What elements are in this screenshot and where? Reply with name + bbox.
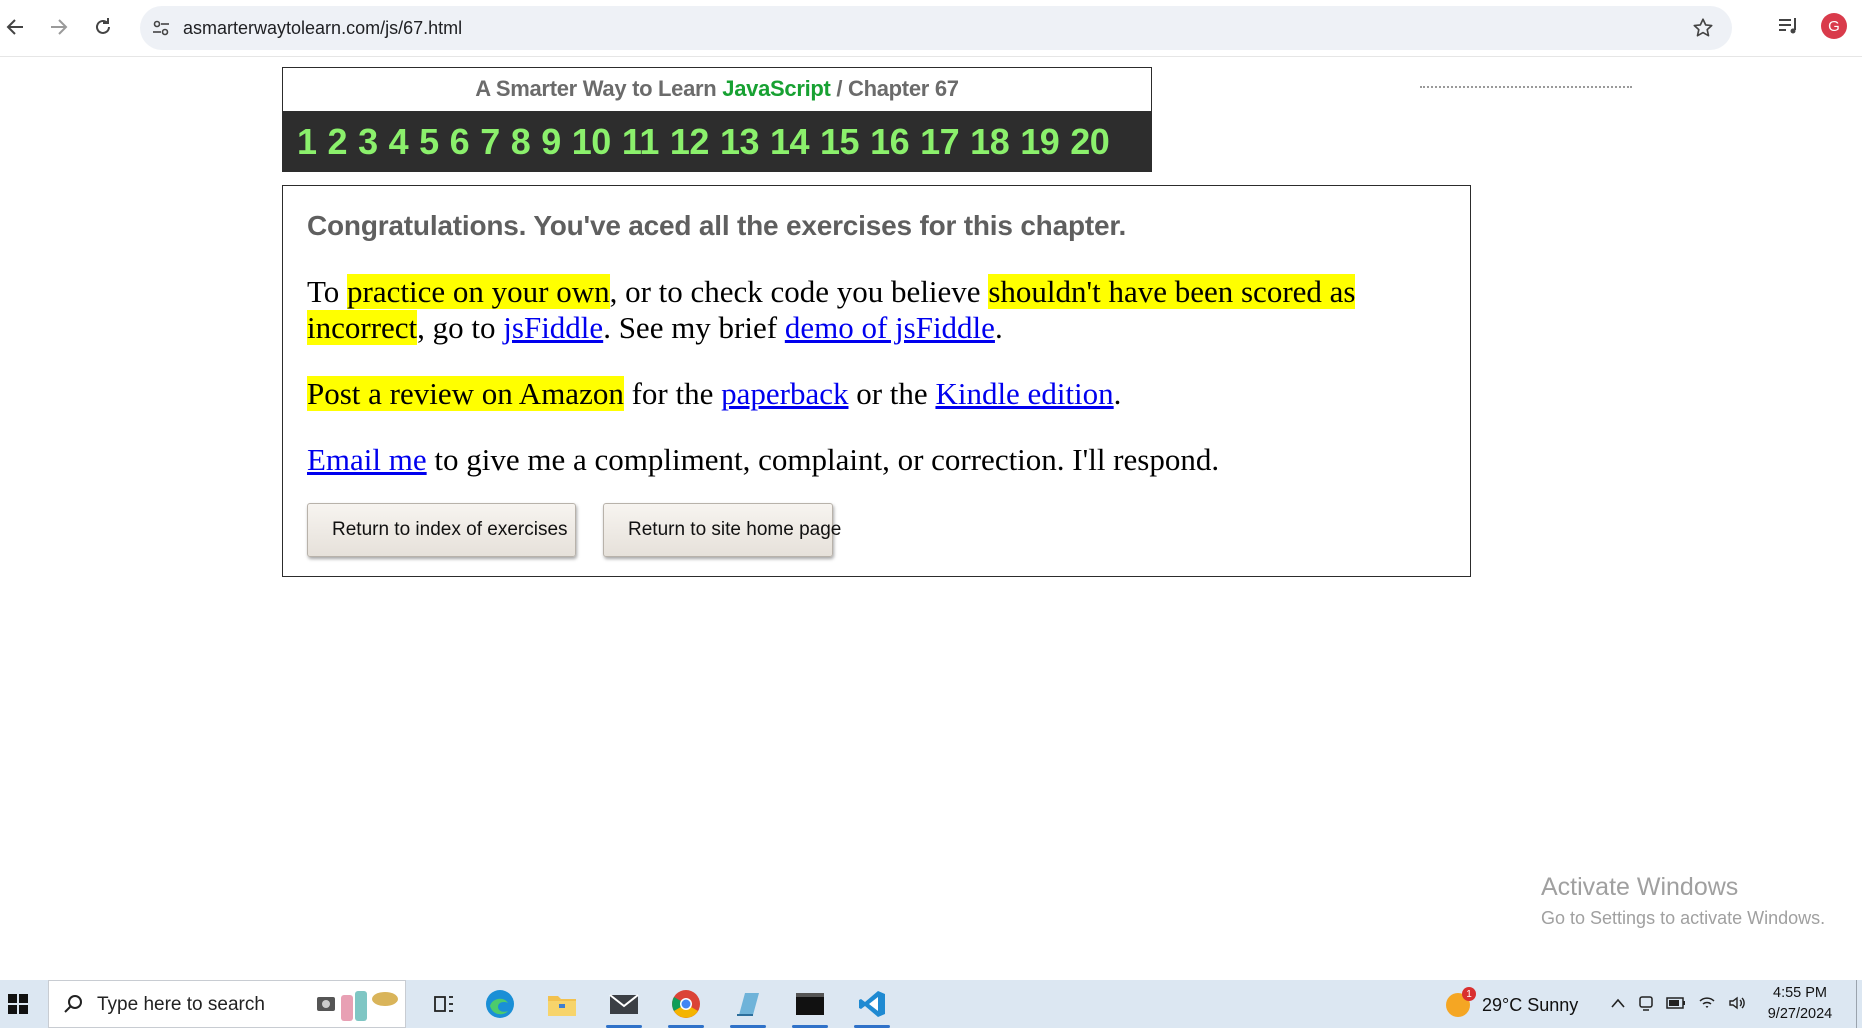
chapter-link-8[interactable]: 8	[511, 123, 531, 160]
browser-toolbar: asmarterwaytolearn.com/js/67.html G	[0, 0, 1862, 57]
chapter-header: A Smarter Way to Learn JavaScript / Chap…	[282, 67, 1152, 172]
chapter-link-13[interactable]: 13	[720, 123, 760, 160]
taskbar-search-box[interactable]: Type here to search	[48, 980, 406, 1028]
review-paragraph: Post a review on Amazon for the paperbac…	[307, 376, 1446, 412]
weather-text: 29°C Sunny	[1482, 994, 1579, 1015]
email-me-link[interactable]: Email me	[307, 442, 427, 477]
show-desktop-button[interactable]	[1856, 980, 1862, 1028]
forward-icon[interactable]	[42, 10, 76, 44]
title-prefix: A Smarter Way to Learn	[475, 76, 723, 101]
media-controls-icon[interactable]	[1776, 14, 1802, 40]
jsfiddle-link[interactable]: jsFiddle	[503, 310, 603, 345]
chapter-link-14[interactable]: 14	[770, 123, 810, 160]
completion-panel: Congratulations. You've aced all the exe…	[282, 185, 1471, 577]
chapter-link-18[interactable]: 18	[970, 123, 1010, 160]
search-placeholder: Type here to search	[97, 994, 265, 1015]
text: . See my brief	[603, 310, 785, 345]
back-icon[interactable]	[0, 10, 32, 44]
url-text[interactable]: asmarterwaytolearn.com/js/67.html	[183, 18, 462, 39]
title-brand: JavaScript	[722, 76, 831, 101]
paperback-link[interactable]: paperback	[721, 376, 848, 411]
chapter-link-7[interactable]: 7	[480, 123, 500, 160]
address-bar[interactable]: asmarterwaytolearn.com/js/67.html	[140, 6, 1732, 50]
jsfiddle-demo-link[interactable]: demo of jsFiddle	[785, 310, 995, 345]
chapter-link-20[interactable]: 20	[1070, 123, 1110, 160]
profile-avatar[interactable]: G	[1821, 13, 1847, 39]
kindle-edition-link[interactable]: Kindle edition	[935, 376, 1113, 411]
practice-paragraph: To practice on your own, or to check cod…	[307, 274, 1446, 346]
system-tray	[1610, 992, 1746, 1018]
notes-app-icon[interactable]	[722, 984, 774, 1028]
chapter-link-1[interactable]: 1	[297, 123, 317, 160]
bookmark-star-icon[interactable]	[1690, 15, 1716, 41]
email-paragraph: Email me to give me a compliment, compla…	[307, 442, 1446, 478]
title-suffix: / Chapter 67	[830, 76, 959, 101]
reload-icon[interactable]	[86, 10, 120, 44]
chapter-link-19[interactable]: 19	[1020, 123, 1060, 160]
edge-browser-icon[interactable]	[474, 984, 526, 1024]
text: , go to	[417, 310, 504, 345]
chapter-link-15[interactable]: 15	[820, 123, 860, 160]
watermark-title: Activate Windows	[1541, 873, 1739, 901]
wifi-icon[interactable]	[1698, 995, 1716, 1016]
chapter-link-17[interactable]: 17	[920, 123, 960, 160]
page-title: A Smarter Way to Learn JavaScript / Chap…	[283, 68, 1151, 111]
highlight-review: Post a review on Amazon	[307, 376, 624, 411]
chapter-link-3[interactable]: 3	[358, 123, 378, 160]
highlight-practice: practice on your own	[347, 274, 610, 309]
text: or the	[848, 376, 936, 411]
terminal-icon[interactable]	[784, 984, 836, 1028]
task-view-icon[interactable]	[418, 984, 470, 1024]
text: .	[994, 310, 1003, 345]
chapter-link-2[interactable]: 2	[328, 123, 348, 160]
decorative-dotted-line	[1420, 86, 1632, 90]
text: , or to check code you believe	[609, 274, 989, 309]
vscode-icon[interactable]	[846, 984, 898, 1028]
congratulations-heading: Congratulations. You've aced all the exe…	[307, 210, 1127, 241]
site-info-icon[interactable]	[150, 17, 172, 39]
chapter-link-12[interactable]: 12	[670, 123, 710, 160]
file-explorer-icon[interactable]	[536, 984, 588, 1024]
chapter-link-6[interactable]: 6	[450, 123, 470, 160]
system-clock[interactable]: 4:55 PM 9/27/2024	[1760, 983, 1840, 1025]
chapter-link-16[interactable]: 16	[870, 123, 910, 160]
chapter-link-10[interactable]: 10	[572, 123, 612, 160]
weather-notification-badge: 1	[1462, 987, 1476, 1001]
return-to-home-button[interactable]: Return to site home page	[603, 503, 841, 557]
chapter-link-5[interactable]: 5	[419, 123, 439, 160]
text: for the	[623, 376, 722, 411]
meet-now-icon[interactable]	[1638, 994, 1654, 1017]
sunny-weather-icon: 1	[1446, 987, 1476, 1017]
volume-icon[interactable]	[1728, 995, 1746, 1016]
weather-widget[interactable]: 1 29°C Sunny	[1446, 987, 1579, 1018]
chapter-link-4[interactable]: 4	[389, 123, 409, 160]
search-icon	[63, 993, 87, 1017]
chevron-up-icon[interactable]	[1610, 996, 1626, 1014]
text: To	[307, 274, 348, 309]
watermark-subtitle: Go to Settings to activate Windows.	[1541, 908, 1826, 928]
windows-start-icon[interactable]	[0, 980, 36, 1028]
return-to-index-button[interactable]: Return to index of exercises	[307, 503, 576, 557]
chrome-icon[interactable]	[660, 984, 712, 1028]
chapter-navigation: 1 2 3 4 5 6 7 8 9 10 11 12 13 14 15 16 17 18 19 20	[283, 111, 1151, 172]
clock-time: 4:55 PM	[1773, 985, 1827, 1001]
mail-icon[interactable]	[598, 984, 650, 1028]
taskbar: Type here to search 1 29°C Sunny 4:55 PM…	[0, 980, 1862, 1028]
chapter-link-11[interactable]: 11	[622, 123, 660, 160]
activate-windows-watermark: Activate Windows Go to Settings to activ…	[1541, 873, 1825, 929]
chapter-link-9[interactable]: 9	[541, 123, 561, 160]
text: .	[1113, 376, 1122, 411]
clock-date: 9/27/2024	[1767, 1006, 1833, 1022]
text: to give me a compliment, complaint, or c…	[426, 442, 1220, 477]
search-highlight-illustration-icon	[311, 987, 403, 1023]
battery-icon[interactable]	[1666, 996, 1686, 1015]
